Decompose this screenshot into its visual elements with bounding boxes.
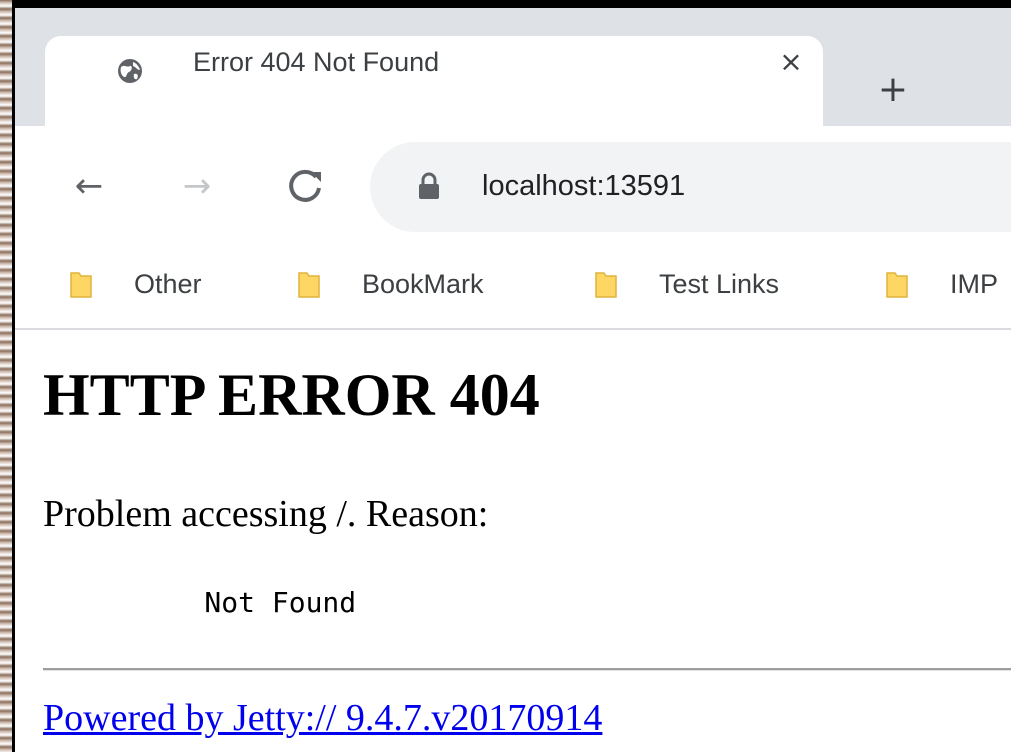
globe-icon	[117, 58, 143, 84]
bookmark-label: BookMark	[362, 268, 484, 299]
tab-close-icon[interactable]: ×	[773, 44, 809, 80]
lock-icon[interactable]	[418, 172, 440, 200]
bookmark-test-links[interactable]: Test Links	[595, 264, 779, 304]
forward-arrow-icon[interactable]: →	[173, 162, 221, 210]
window-edge-decoration	[0, 0, 12, 752]
bookmark-bookmark[interactable]: BookMark	[298, 264, 484, 304]
bookmark-label: Other	[134, 268, 202, 299]
folder-icon	[70, 272, 92, 298]
page-content: HTTP ERROR 404 Problem accessing /. Reas…	[15, 330, 1011, 752]
address-bar[interactable]: localhost:13591	[370, 142, 1011, 232]
screenshot-frame: Error 404 Not Found × + ← → localhost:13…	[0, 0, 1011, 752]
browser-tab[interactable]: Error 404 Not Found ×	[45, 36, 823, 128]
jetty-link[interactable]: Powered by Jetty:// 9.4.7.v20170914	[43, 696, 602, 740]
window-border-top	[12, 0, 1011, 8]
bookmark-label: IMP	[950, 268, 999, 299]
tab-strip: Error 404 Not Found × +	[15, 8, 1011, 128]
new-tab-icon[interactable]: +	[873, 70, 913, 110]
browser-toolbar: ← → localhost:13591	[15, 126, 1011, 246]
url-text[interactable]: localhost:13591	[482, 166, 685, 206]
bookmarks-bar: Other BookMark Test Links IMP	[15, 246, 1011, 330]
reason-text: Not Found	[137, 586, 357, 619]
bookmark-imp[interactable]: IMP	[886, 264, 998, 304]
back-arrow-icon[interactable]: ←	[65, 162, 113, 210]
tab-title: Error 404 Not Found	[193, 47, 440, 77]
folder-icon	[595, 272, 617, 298]
divider	[43, 668, 1011, 671]
bookmark-other[interactable]: Other	[70, 264, 202, 304]
error-heading: HTTP ERROR 404	[43, 362, 540, 428]
problem-text: Problem accessing /. Reason:	[43, 493, 489, 535]
reload-icon[interactable]	[281, 162, 329, 210]
folder-icon	[886, 272, 908, 298]
folder-icon	[298, 272, 320, 298]
bookmark-label: Test Links	[659, 268, 780, 299]
